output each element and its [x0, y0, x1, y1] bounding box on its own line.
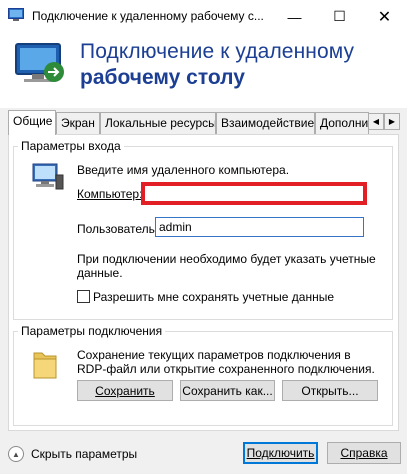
tab-display[interactable]: Экран — [56, 112, 100, 134]
computer-name-prompt: Введите имя удаленного компьютера. — [77, 163, 290, 177]
close-button[interactable]: ✕ — [362, 0, 407, 33]
tab-scroll-left-button[interactable]: ◀ — [368, 113, 384, 130]
computer-icon — [32, 163, 64, 190]
collapse-arrow-icon[interactable]: ▲ — [8, 446, 24, 462]
open-button-label: Открыть... — [301, 383, 359, 398]
folder-icon — [33, 352, 57, 379]
connection-description: Сохранение текущих параметров подключени… — [77, 348, 375, 376]
computer-input[interactable] — [141, 182, 367, 205]
tab-scroll-right-button[interactable]: ▶ — [384, 113, 400, 130]
save-credentials-label[interactable]: Разрешить мне сохранять учетные данные — [93, 290, 334, 304]
connect-button-label: Подключить — [246, 446, 315, 460]
banner-title-line2: рабочему столу — [80, 66, 245, 89]
computer-label: Компьютер: — [77, 187, 143, 201]
tab-local-resources[interactable]: Локальные ресурсы — [100, 112, 216, 134]
banner-title-line1: Подключение к удаленному — [80, 40, 355, 63]
connection-settings-group — [13, 331, 393, 426]
help-button-label: Справка — [340, 446, 388, 460]
hide-options-link[interactable]: Скрыть параметры — [31, 447, 137, 461]
save-as-button-label: Сохранить как... — [182, 383, 273, 398]
credentials-info-text: При подключении необходимо будет указать… — [77, 252, 376, 280]
maximize-button[interactable]: ☐ — [317, 0, 362, 33]
tab-advanced[interactable]: Дополни — [315, 112, 369, 134]
help-button[interactable]: Справка — [327, 442, 401, 464]
save-button-label: Сохранить — [95, 383, 155, 398]
connection-settings-title: Параметры подключения — [18, 324, 166, 338]
user-label: Пользователь: — [77, 222, 159, 236]
connect-button[interactable]: Подключить — [243, 442, 318, 464]
rdp-banner-icon — [15, 43, 64, 82]
save-credentials-checkbox[interactable] — [77, 290, 90, 303]
rdp-app-icon — [8, 8, 24, 21]
open-button[interactable]: Открыть... — [282, 380, 378, 401]
user-input[interactable]: admin — [155, 217, 364, 237]
login-settings-title: Параметры входа — [18, 139, 124, 153]
tab-general[interactable]: Общие — [8, 110, 56, 135]
save-as-button[interactable]: Сохранить как... — [180, 380, 275, 401]
minimize-button[interactable]: — — [272, 0, 317, 33]
save-button[interactable]: Сохранить — [77, 380, 173, 401]
tab-experience[interactable]: Взаимодействие — [216, 112, 315, 134]
window-title: Подключение к удаленному рабочему с... — [32, 9, 264, 23]
